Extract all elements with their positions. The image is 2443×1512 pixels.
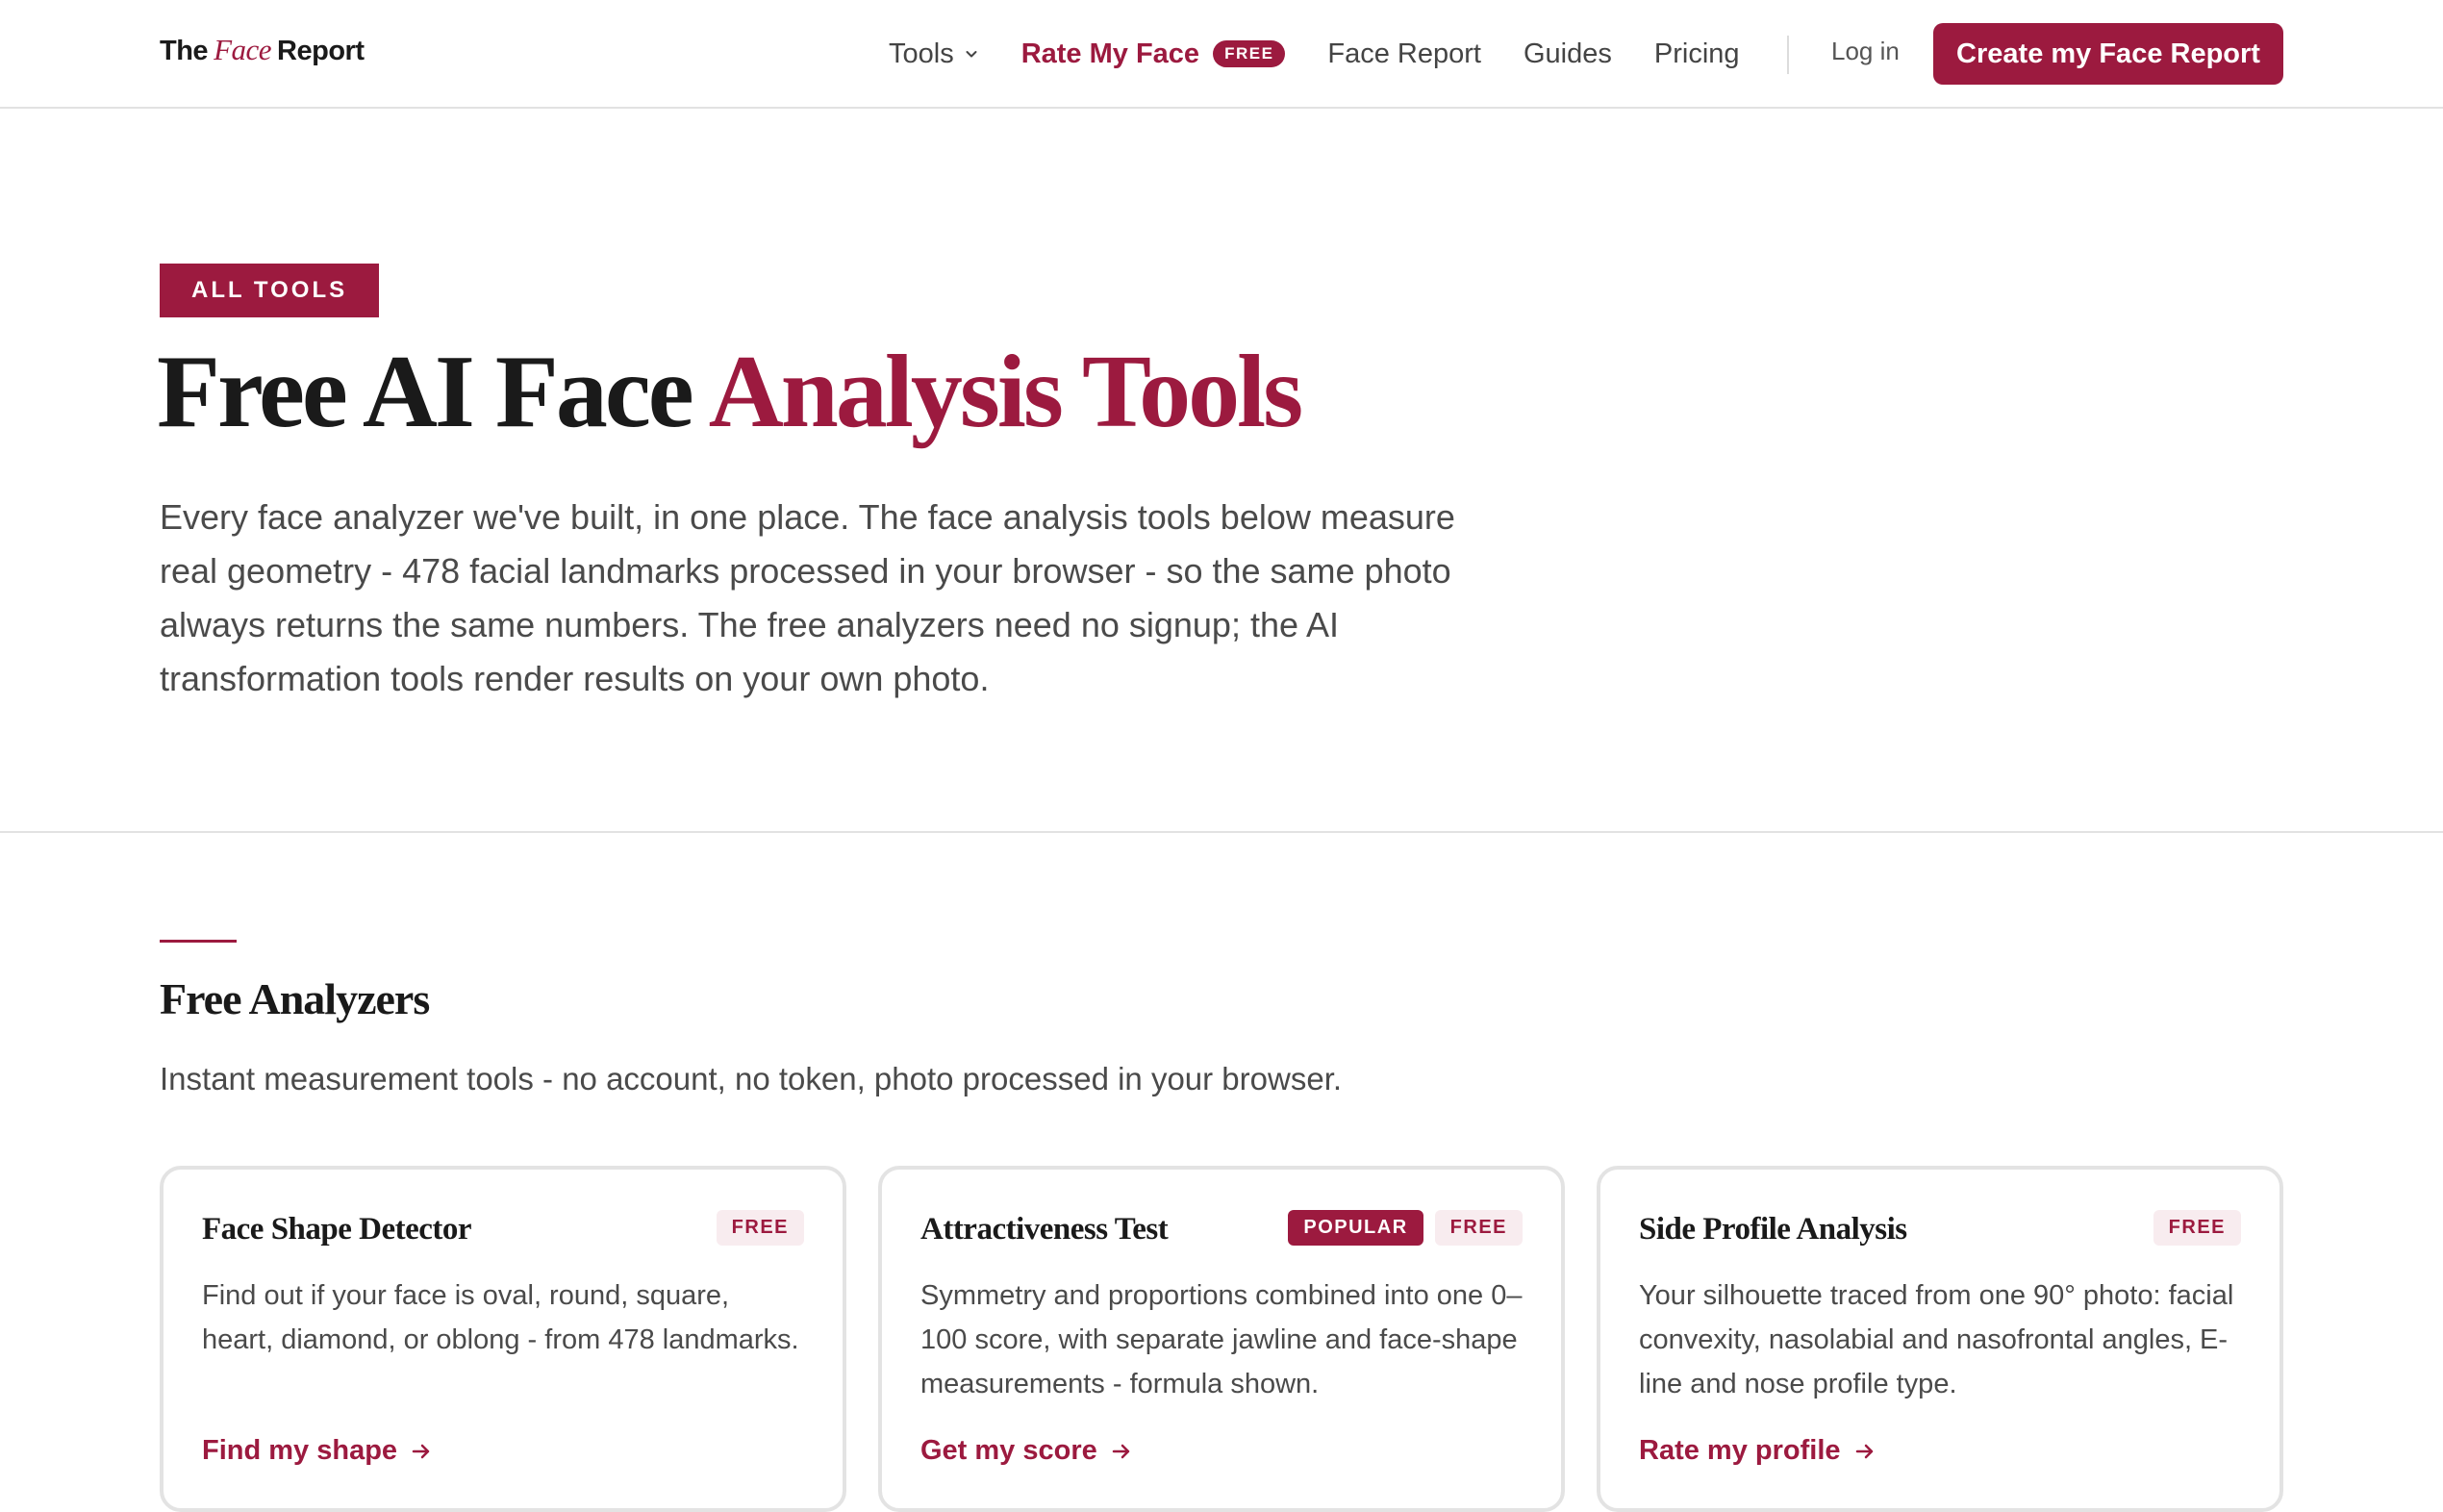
logo-the: The — [160, 36, 209, 66]
logo-face: Face — [214, 33, 272, 66]
card-description: Your silhouette traced from one 90° phot… — [1639, 1280, 2234, 1399]
get-my-score-link[interactable]: Get my score — [920, 1435, 1132, 1467]
all-tools-eyebrow: ALL TOOLS — [160, 264, 380, 317]
card-link-label: Get my score — [920, 1435, 1097, 1466]
nav-pricing[interactable]: Pricing — [1654, 38, 1740, 70]
chevron-down-icon — [966, 51, 977, 58]
card-title: Attractiveness Test — [920, 1212, 1169, 1247]
section-subtitle: Instant measurement tools - no account, … — [160, 1061, 1343, 1096]
tool-card-side-profile[interactable]: Side Profile Analysis FREE Your silhouet… — [1597, 1166, 2283, 1512]
page-title: Free AI Face Analysis Tools — [157, 330, 1303, 455]
nav-divider — [1787, 36, 1789, 74]
main-nav: Tools Rate My Face FREE Face Report Guid… — [889, 29, 1782, 79]
card-title: Side Profile Analysis — [1639, 1212, 1907, 1247]
nav-tools-label: Tools — [889, 38, 954, 69]
card-description: Symmetry and proportions combined into o… — [920, 1280, 1523, 1399]
rate-my-profile-link[interactable]: Rate my profile — [1639, 1435, 1876, 1467]
hero-section: ALL TOOLS Free AI Face Analysis Tools Ev… — [0, 111, 2443, 833]
section-accent-rule — [160, 940, 237, 943]
tool-card-face-shape[interactable]: Face Shape Detector FREE Find out if you… — [160, 1166, 846, 1512]
popular-badge: POPULAR — [1288, 1210, 1423, 1246]
hero-description: Every face analyzer we've built, in one … — [160, 497, 1455, 698]
title-plain: Free AI Face — [157, 335, 709, 449]
nav-guides[interactable]: Guides — [1524, 38, 1612, 70]
free-badge: FREE — [2153, 1210, 2241, 1246]
nav-rate-my-face[interactable]: Rate My Face FREE — [1021, 38, 1286, 70]
logo-report: Report — [277, 36, 365, 66]
arrow-right-icon — [412, 1444, 430, 1458]
login-link[interactable]: Log in — [1831, 37, 1900, 66]
site-header: The Face Report Tools Rate My Face FREE … — [0, 0, 2443, 109]
card-title: Face Shape Detector — [202, 1212, 472, 1247]
create-face-report-button[interactable]: Create my Face Report — [1933, 23, 2283, 85]
find-my-shape-link[interactable]: Find my shape — [202, 1435, 432, 1467]
site-logo[interactable]: The Face Report — [160, 33, 365, 71]
nav-face-report[interactable]: Face Report — [1327, 38, 1481, 70]
card-link-label: Find my shape — [202, 1435, 398, 1466]
title-accent: Analysis Tools — [708, 335, 1303, 449]
nav-rate-label: Rate My Face — [1020, 38, 1200, 69]
nav-tools-dropdown[interactable]: Tools — [889, 38, 979, 70]
card-link-label: Rate my profile — [1639, 1435, 1841, 1466]
arrow-right-icon — [1112, 1444, 1130, 1458]
free-badge: FREE — [716, 1210, 804, 1246]
nav-free-badge: FREE — [1213, 40, 1286, 67]
card-badges: POPULAR FREE — [1276, 1210, 1523, 1246]
section-title: Free Analyzers — [160, 974, 430, 1023]
tool-card-attractiveness[interactable]: Attractiveness Test POPULAR FREE Symmetr… — [878, 1166, 1565, 1512]
card-badges: FREE — [2142, 1210, 2241, 1246]
arrow-right-icon — [1855, 1444, 1873, 1458]
free-badge: FREE — [1434, 1210, 1523, 1246]
card-description: Find out if your face is oval, round, sq… — [202, 1280, 799, 1355]
card-badges: FREE — [705, 1210, 804, 1246]
